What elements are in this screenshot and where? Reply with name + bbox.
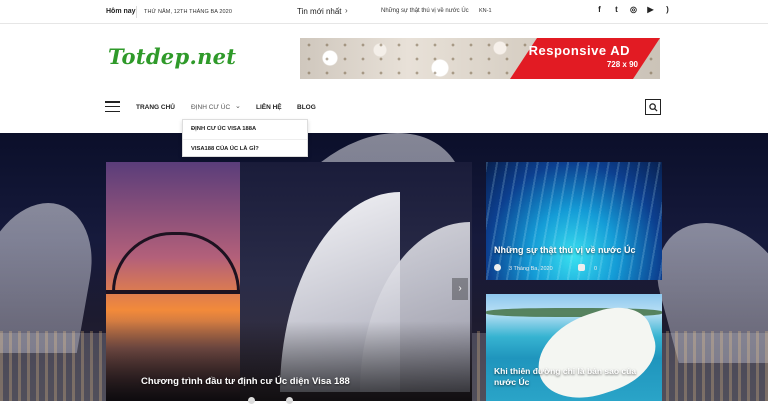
post-card-1-comments: 0 — [594, 266, 598, 272]
instagram-icon[interactable]: ◎ — [629, 5, 638, 14]
ad-banner[interactable]: Responsive AD 728 x 90 — [300, 38, 660, 79]
post-card-1[interactable] — [486, 162, 662, 280]
card-overlay — [106, 321, 472, 401]
dropdown-menu-dinh-cu-uc: ĐỊNH CƯ ÚC VISA 188A VISA188 CỦA ÚC LÀ G… — [182, 119, 308, 157]
post-card-1-date: 3 Tháng Ba, 2020 — [509, 266, 553, 272]
hamburger-menu-icon[interactable] — [105, 101, 120, 113]
nav-item-home[interactable]: TRANG CHỦ — [136, 104, 175, 111]
nav-item-dinh-cu-uc[interactable]: ĐỊNH CƯ ÚC — [191, 104, 230, 111]
facebook-icon[interactable]: f — [595, 5, 604, 14]
dropdown-item-visa188a[interactable]: ĐỊNH CƯ ÚC VISA 188A — [183, 120, 307, 139]
youtube-icon[interactable]: ▶ — [646, 5, 655, 14]
post-card-1-title[interactable]: Những sự thật thú vị về nước Úc — [494, 245, 635, 255]
featured-post-card[interactable] — [106, 162, 472, 401]
comment-icon — [578, 264, 585, 271]
news-arrow-icon: › — [345, 6, 348, 15]
divider — [136, 6, 137, 18]
clock-icon — [494, 264, 501, 271]
nav-item-contact[interactable]: LIÊN HỆ — [256, 104, 282, 111]
today-label: Hôm nay — [106, 8, 136, 15]
banner-title: Responsive AD — [528, 43, 630, 58]
rss-icon[interactable]: ) — [663, 5, 672, 14]
search-button[interactable] — [645, 99, 661, 115]
nav-item-blog[interactable]: BLOG — [297, 104, 316, 111]
banner-size: 728 x 90 — [606, 60, 638, 69]
news-ticker-link[interactable]: Những sự thật thú vị về nước Úc — [381, 8, 469, 14]
post-card-2-title[interactable]: Khi thiên đường chỉ là bản sao của nước … — [494, 366, 654, 388]
chevron-down-icon: ⌄ — [235, 103, 241, 110]
current-date: THỨ NĂM, 12TH THÁNG BA 2020 — [144, 9, 232, 15]
news-ticker-author: KN-1 — [479, 8, 492, 14]
latest-news-label: Tin mới nhất — [297, 7, 342, 16]
chevron-right-icon[interactable]: › — [452, 278, 468, 300]
card-image-lights — [486, 162, 662, 280]
social-links: f t ◎ ▶ ) — [595, 5, 672, 14]
top-bar: Hôm nay THỨ NĂM, 12TH THÁNG BA 2020 Tin … — [0, 0, 768, 24]
twitter-icon[interactable]: t — [612, 5, 621, 14]
bridge-deck — [106, 290, 240, 294]
featured-post-title[interactable]: Chương trình đầu tư định cư Úc diện Visa… — [141, 376, 350, 387]
search-icon — [649, 103, 658, 112]
site-logo[interactable]: Totdep.net — [108, 44, 236, 69]
dropdown-item-visa188[interactable]: VISA188 CỦA ÚC LÀ GÌ? — [183, 139, 307, 158]
